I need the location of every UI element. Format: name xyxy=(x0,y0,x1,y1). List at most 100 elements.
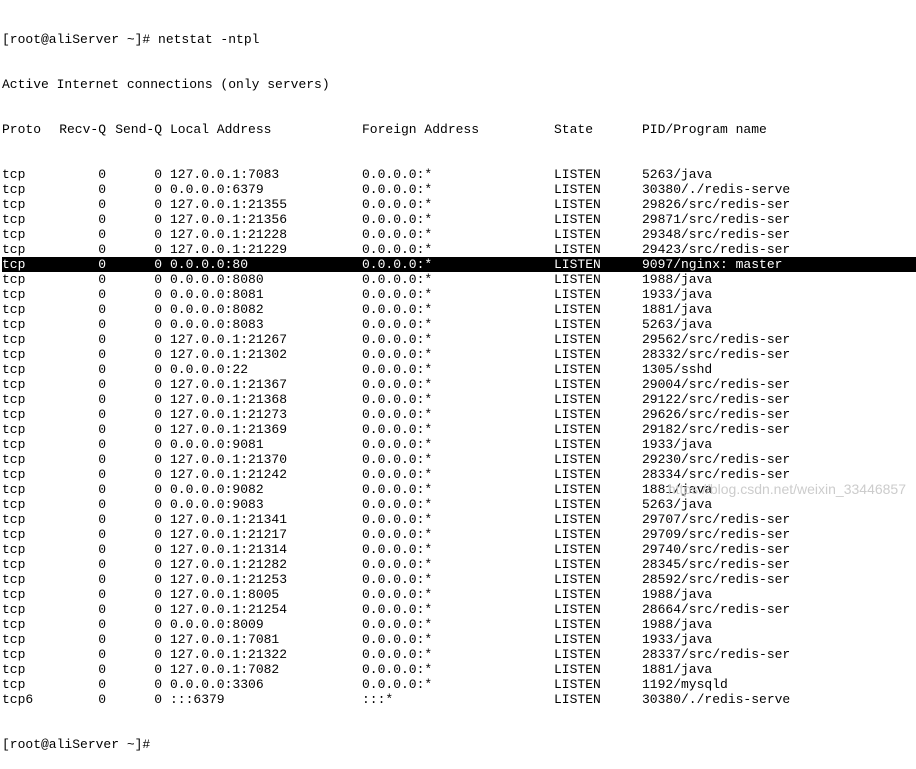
table-row: tcp000.0.0.0:80830.0.0.0:*LISTEN5263/jav… xyxy=(2,317,916,332)
cell-pid: 28332/src/redis-ser xyxy=(642,347,916,362)
cell-foreign: 0.0.0.0:* xyxy=(362,317,554,332)
cell-recvq: 0 xyxy=(50,392,114,407)
cell-sendq: 0 xyxy=(114,422,170,437)
terminal-output[interactable]: [root@aliServer ~]# netstat -ntpl Active… xyxy=(0,0,916,769)
cell-proto: tcp xyxy=(2,482,50,497)
cell-state: LISTEN xyxy=(554,632,642,647)
cell-local: 0.0.0.0:22 xyxy=(170,362,362,377)
cell-recvq: 0 xyxy=(50,257,114,272)
cell-foreign: 0.0.0.0:* xyxy=(362,587,554,602)
table-row: tcp00127.0.0.1:212670.0.0.0:*LISTEN29562… xyxy=(2,332,916,347)
cell-local: 127.0.0.1:7082 xyxy=(170,662,362,677)
cell-local: 127.0.0.1:21322 xyxy=(170,647,362,662)
cell-sendq: 0 xyxy=(114,662,170,677)
col-sendq: Send-Q xyxy=(114,122,170,137)
col-state: State xyxy=(554,122,642,137)
cell-local: 127.0.0.1:21273 xyxy=(170,407,362,422)
table-row: tcp00127.0.0.1:213680.0.0.0:*LISTEN29122… xyxy=(2,392,916,407)
cell-proto: tcp xyxy=(2,677,50,692)
col-recvq: Recv-Q xyxy=(50,122,114,137)
pre-line: [root@aliServer ~]# netstat -ntpl xyxy=(2,32,916,47)
cell-state: LISTEN xyxy=(554,332,642,347)
cell-proto: tcp xyxy=(2,332,50,347)
cell-local: 127.0.0.1:21228 xyxy=(170,227,362,242)
cell-sendq: 0 xyxy=(114,302,170,317)
cell-proto: tcp xyxy=(2,227,50,242)
cell-recvq: 0 xyxy=(50,542,114,557)
cell-state: LISTEN xyxy=(554,437,642,452)
cell-pid: 29871/src/redis-ser xyxy=(642,212,916,227)
cell-foreign: :::* xyxy=(362,692,554,707)
cell-sendq: 0 xyxy=(114,392,170,407)
cell-recvq: 0 xyxy=(50,632,114,647)
cell-recvq: 0 xyxy=(50,227,114,242)
cell-proto: tcp xyxy=(2,182,50,197)
cell-pid: 30380/./redis-serve xyxy=(642,692,916,707)
cell-foreign: 0.0.0.0:* xyxy=(362,392,554,407)
cell-recvq: 0 xyxy=(50,272,114,287)
table-row: tcp00127.0.0.1:212280.0.0.0:*LISTEN29348… xyxy=(2,227,916,242)
cell-state: LISTEN xyxy=(554,317,642,332)
cell-proto: tcp xyxy=(2,257,50,272)
table-row: tcp000.0.0.0:800.0.0.0:*LISTEN9097/nginx… xyxy=(2,257,916,272)
table-row: tcp000.0.0.0:90830.0.0.0:*LISTEN5263/jav… xyxy=(2,497,916,512)
cell-foreign: 0.0.0.0:* xyxy=(362,242,554,257)
table-row: tcp600:::6379:::*LISTEN30380/./redis-ser… xyxy=(2,692,916,707)
cell-state: LISTEN xyxy=(554,167,642,182)
cell-foreign: 0.0.0.0:* xyxy=(362,647,554,662)
cell-state: LISTEN xyxy=(554,662,642,677)
cell-local: 127.0.0.1:21253 xyxy=(170,572,362,587)
cell-pid: 1305/sshd xyxy=(642,362,916,377)
cell-state: LISTEN xyxy=(554,182,642,197)
cell-state: LISTEN xyxy=(554,692,642,707)
cell-pid: 1933/java xyxy=(642,437,916,452)
cell-proto: tcp xyxy=(2,422,50,437)
cell-local: 127.0.0.1:21367 xyxy=(170,377,362,392)
cell-recvq: 0 xyxy=(50,677,114,692)
cell-proto: tcp xyxy=(2,632,50,647)
cell-recvq: 0 xyxy=(50,167,114,182)
cell-sendq: 0 xyxy=(114,347,170,362)
table-row: tcp00127.0.0.1:70820.0.0.0:*LISTEN1881/j… xyxy=(2,662,916,677)
cell-local: 0.0.0.0:6379 xyxy=(170,182,362,197)
cell-foreign: 0.0.0.0:* xyxy=(362,527,554,542)
cell-recvq: 0 xyxy=(50,482,114,497)
cell-pid: 28337/src/redis-ser xyxy=(642,647,916,662)
cell-local: 127.0.0.1:21267 xyxy=(170,332,362,347)
cell-foreign: 0.0.0.0:* xyxy=(362,677,554,692)
cell-state: LISTEN xyxy=(554,347,642,362)
cell-local: 127.0.0.1:8005 xyxy=(170,587,362,602)
cell-foreign: 0.0.0.0:* xyxy=(362,377,554,392)
cell-local: 127.0.0.1:21229 xyxy=(170,242,362,257)
cell-proto: tcp xyxy=(2,467,50,482)
col-proto: Proto xyxy=(2,122,50,137)
cell-state: LISTEN xyxy=(554,452,642,467)
cell-foreign: 0.0.0.0:* xyxy=(362,227,554,242)
cell-local: 0.0.0.0:8083 xyxy=(170,317,362,332)
cell-foreign: 0.0.0.0:* xyxy=(362,572,554,587)
cell-state: LISTEN xyxy=(554,572,642,587)
cell-recvq: 0 xyxy=(50,347,114,362)
table-row: tcp00127.0.0.1:213020.0.0.0:*LISTEN28332… xyxy=(2,347,916,362)
cell-recvq: 0 xyxy=(50,362,114,377)
cell-foreign: 0.0.0.0:* xyxy=(362,362,554,377)
table-row: tcp000.0.0.0:80820.0.0.0:*LISTEN1881/jav… xyxy=(2,302,916,317)
cell-sendq: 0 xyxy=(114,632,170,647)
cell-proto: tcp xyxy=(2,392,50,407)
cell-local: 127.0.0.1:7083 xyxy=(170,167,362,182)
cell-foreign: 0.0.0.0:* xyxy=(362,452,554,467)
cell-local: 127.0.0.1:21356 xyxy=(170,212,362,227)
cell-proto: tcp xyxy=(2,212,50,227)
prompt-line[interactable]: [root@aliServer ~]# xyxy=(2,737,916,752)
cell-proto: tcp xyxy=(2,302,50,317)
cell-state: LISTEN xyxy=(554,422,642,437)
cell-sendq: 0 xyxy=(114,677,170,692)
cell-pid: 5263/java xyxy=(642,167,916,182)
table-row: tcp00127.0.0.1:213410.0.0.0:*LISTEN29707… xyxy=(2,512,916,527)
cell-sendq: 0 xyxy=(114,317,170,332)
pre-line: Active Internet connections (only server… xyxy=(2,77,916,92)
cell-proto: tcp xyxy=(2,287,50,302)
cell-local: 0.0.0.0:8009 xyxy=(170,617,362,632)
cell-recvq: 0 xyxy=(50,302,114,317)
cell-pid: 1881/java xyxy=(642,662,916,677)
